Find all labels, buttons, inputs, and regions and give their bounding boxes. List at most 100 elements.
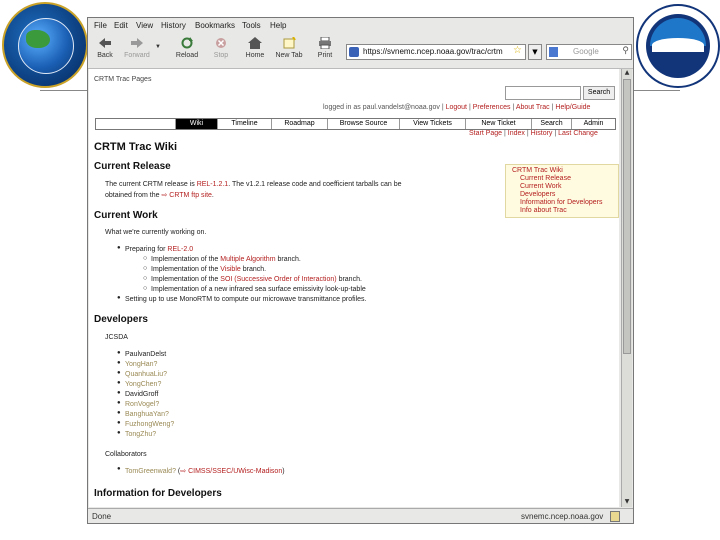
reload-label: Reload [175, 52, 199, 59]
new-tab-button[interactable]: New Tab [274, 37, 304, 59]
back-label: Back [97, 52, 113, 59]
url-dropdown-icon[interactable]: ▼ [528, 44, 542, 60]
menu-history[interactable]: History [161, 21, 186, 30]
start-page-link[interactable]: Start Page [469, 130, 502, 137]
magnifier-icon[interactable]: ⚲ [622, 45, 629, 56]
print-label: Print [317, 52, 333, 59]
help-guide-link[interactable]: Help/Guide [555, 104, 590, 111]
history-link[interactable]: History [531, 130, 553, 137]
menu-help[interactable]: Help [270, 21, 286, 30]
reload-button[interactable]: Reload [172, 37, 202, 59]
multiple-algorithm-link[interactable]: Multiple Algorithm [220, 256, 275, 263]
toc-item[interactable]: Developers [520, 191, 555, 198]
toc-item[interactable]: CRTM Trac Wiki [512, 167, 563, 174]
developer-link[interactable]: QuanhuaLiu? [117, 370, 167, 378]
menu-bookmarks[interactable]: Bookmarks [195, 21, 235, 30]
visible-link[interactable]: Visible [220, 266, 241, 273]
developer-link[interactable]: BanghuaYan? [117, 410, 169, 418]
logout-link[interactable]: Logout [446, 104, 467, 111]
developer-link[interactable]: YongHan? [117, 360, 158, 368]
menu-file[interactable]: File [94, 21, 107, 30]
stop-button[interactable]: Stop [206, 37, 236, 59]
lock-icon[interactable] [610, 511, 620, 522]
menu-edit[interactable]: Edit [114, 21, 128, 30]
back-arrow-icon [99, 38, 111, 48]
trac-search-button[interactable]: Search [583, 86, 615, 100]
nav-browse-source[interactable]: Browse Source [327, 119, 399, 129]
developer-link[interactable]: DavidGroff [117, 390, 158, 398]
meta-nav: logged in as paul.vandelst@noaa.gov | Lo… [323, 104, 591, 111]
sub-text: branch. [242, 266, 267, 273]
ext-link-icon: ⇨ [161, 192, 168, 199]
sub-text: branch. [277, 256, 301, 263]
list-item: Implementation of the Visible branch. [143, 265, 267, 273]
scroll-down-icon[interactable]: ▼ [622, 498, 632, 507]
developer-link[interactable]: YongChen? [117, 380, 161, 388]
new-tab-icon [283, 37, 296, 49]
sub-text: Implementation of the [151, 256, 219, 263]
vertical-scrollbar[interactable]: ▲ ▼ [621, 69, 632, 507]
collaborator-link[interactable]: TomGreenwald? [125, 468, 176, 475]
history-dropdown-icon[interactable]: ▼ [154, 44, 162, 50]
release-line-2: obtained from the ⇨ CRTM ftp site. [105, 192, 214, 199]
collab-close: ) [282, 468, 285, 475]
google-engine-icon[interactable] [549, 47, 558, 57]
release-link[interactable]: REL-1.2.1 [197, 181, 229, 188]
new-tab-label: New Tab [275, 52, 303, 59]
browser-window: File Edit View History Bookmarks Tools H… [87, 17, 634, 524]
toc-item[interactable]: Current Work [520, 183, 562, 190]
toc-item[interactable]: Information for Developers [520, 199, 602, 206]
toc-item[interactable]: Current Release [520, 175, 571, 182]
preferences-link[interactable]: Preferences [473, 104, 511, 111]
nav-timeline[interactable]: Timeline [217, 119, 271, 129]
rel-2-0-link[interactable]: REL-2.0 [167, 246, 193, 253]
list-item: Implementation of a new infrared sea sur… [143, 285, 366, 293]
collaborators-label: Collaborators [105, 451, 147, 458]
menu-bar: File Edit View History Bookmarks Tools H… [88, 18, 633, 33]
current-work-heading: Current Work [94, 210, 158, 221]
developer-link[interactable]: RonVogel? [117, 400, 159, 408]
nav-admin[interactable]: Admin [571, 119, 615, 129]
nav-roadmap[interactable]: Roadmap [271, 119, 327, 129]
url-field[interactable]: https://svnemc.ncep.noaa.gov/trac/crtm ☆ [346, 44, 526, 60]
nav-search[interactable]: Search [531, 119, 571, 129]
page-viewport: CRTM Trac Pages Search logged in as paul… [89, 69, 619, 507]
menu-view[interactable]: View [136, 21, 153, 30]
print-button[interactable]: Print [310, 37, 340, 59]
developer-link[interactable]: TongZhu? [117, 430, 156, 438]
forward-button[interactable]: Forward [122, 37, 152, 59]
sub-text: branch. [338, 276, 362, 283]
reload-icon [181, 37, 193, 49]
back-button[interactable]: Back [90, 37, 120, 59]
nav-wiki[interactable]: Wiki [175, 119, 217, 129]
about-trac-link[interactable]: About Trac [516, 104, 550, 111]
current-release-heading: Current Release [94, 161, 171, 172]
toc-item[interactable]: Info about Trac [520, 207, 567, 214]
site-favicon-icon [349, 47, 359, 57]
developer-link[interactable]: FuzhongWeng? [117, 420, 174, 428]
cimss-link[interactable]: CIMSS/SSEC/UWisc-Madison [188, 468, 282, 475]
scroll-up-icon[interactable]: ▲ [622, 69, 632, 78]
nav-new-ticket[interactable]: New Ticket [465, 119, 531, 129]
home-button[interactable]: Home [240, 37, 270, 59]
release-line-1: The current CRTM release is REL-1.2.1. T… [105, 181, 402, 188]
trac-search-input[interactable] [505, 86, 581, 100]
last-change-link[interactable]: Last Change [558, 130, 598, 137]
web-search-field[interactable]: Google ⚲ [546, 44, 632, 60]
release-text-2: . The v1.2.1 release code and coefficien… [228, 181, 402, 188]
release-text: The current CRTM release is [105, 181, 195, 188]
developer-link[interactable]: PaulvanDelst [117, 350, 166, 358]
bookmark-star-icon[interactable]: ☆ [513, 45, 522, 56]
satellite-institute-logo [2, 2, 88, 88]
soi-link[interactable]: SOI (Successive Order of Interaction) [220, 276, 336, 283]
ftp-site-link[interactable]: CRTM ftp site [169, 192, 212, 199]
nav-view-tickets[interactable]: View Tickets [399, 119, 465, 129]
scrollbar-thumb[interactable] [623, 79, 631, 354]
menu-tools[interactable]: Tools [242, 21, 261, 30]
forward-label: Forward [124, 52, 150, 59]
sub-text: Implementation of the [151, 276, 219, 283]
list-item: TomGreenwald? (⇨ CIMSS/SSEC/UWisc-Madiso… [117, 466, 285, 475]
home-label: Home [245, 52, 265, 59]
index-link[interactable]: Index [508, 130, 525, 137]
project-name[interactable]: CRTM Trac Pages [94, 76, 151, 83]
